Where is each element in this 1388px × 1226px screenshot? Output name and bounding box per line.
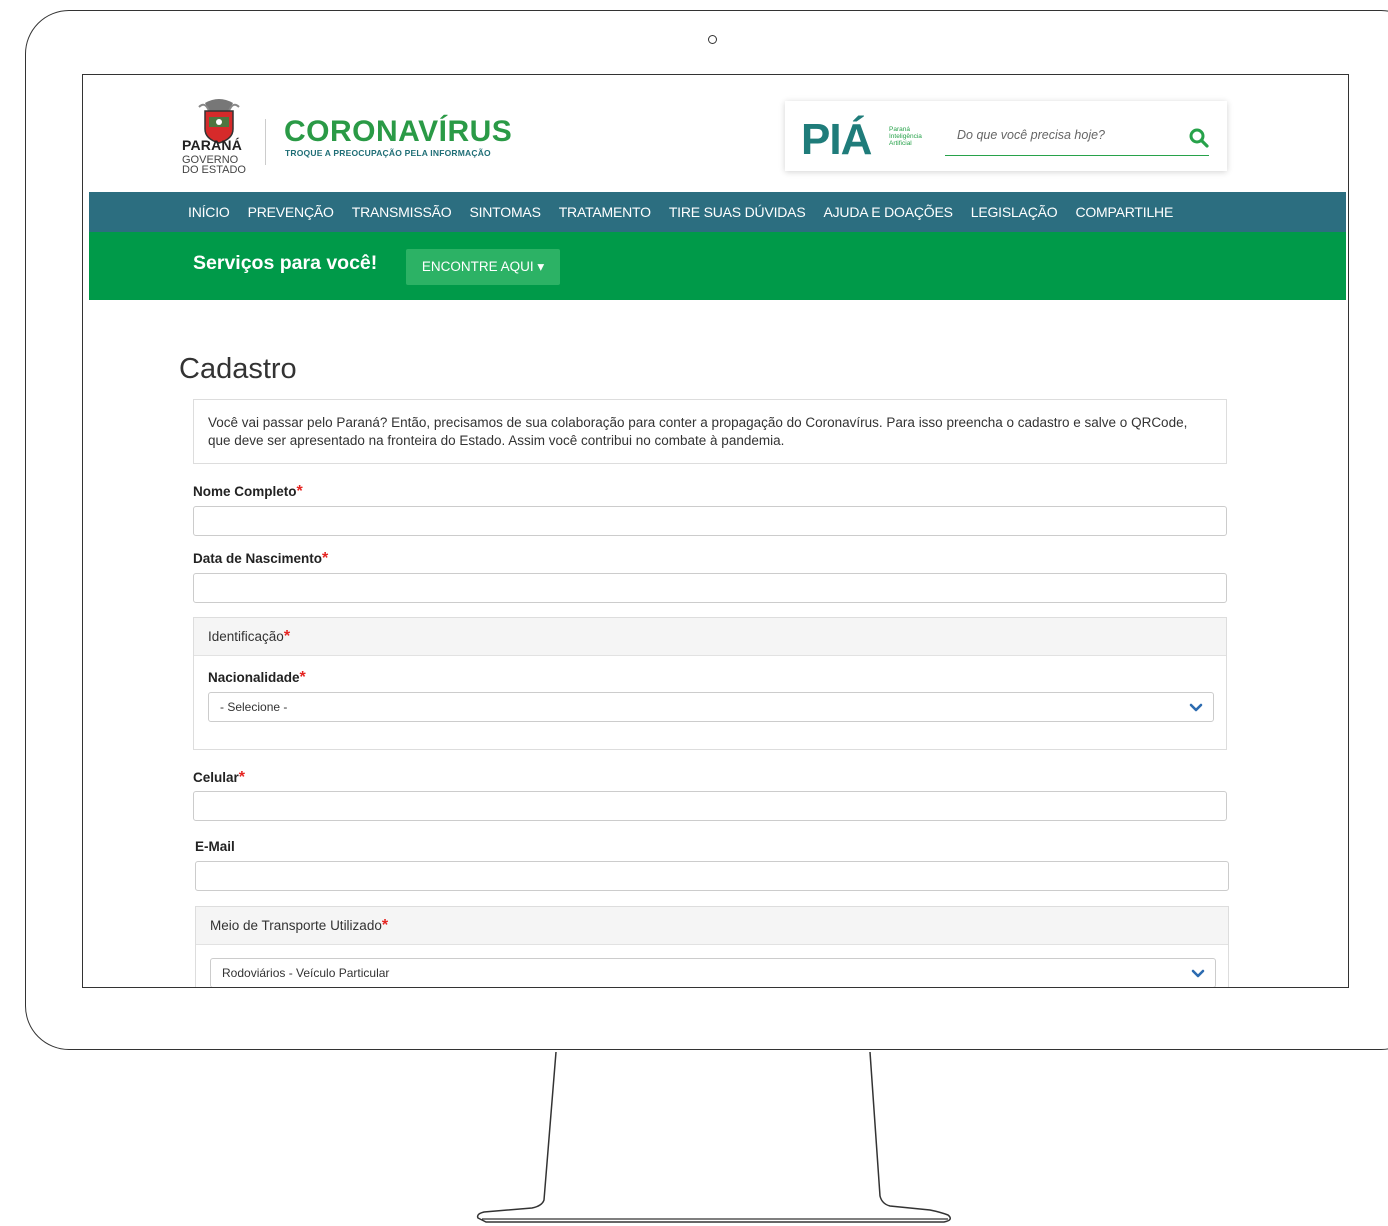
- birth-label-text: Data de Nascimento: [193, 551, 323, 566]
- pia-tag-line-2: Inteligência: [889, 133, 922, 140]
- nav-item-compartilhe[interactable]: COMPARTILHE: [1075, 204, 1173, 220]
- monitor-screen: PARANÁ GOVERNO DO ESTADO CORONAVÍRUS TRO…: [82, 74, 1349, 988]
- nav-item-prevencao[interactable]: PREVENÇÃO: [248, 204, 334, 220]
- nav-item-legislacao[interactable]: LEGISLAÇÃO: [971, 204, 1058, 220]
- campaign-title[interactable]: CORONAVÍRUS: [284, 115, 512, 149]
- nav-item-inicio[interactable]: INÍCIO: [188, 204, 230, 220]
- pia-tag-line-3: Artificial: [889, 140, 912, 147]
- services-title: Serviços para você!: [193, 252, 378, 274]
- phone-label-text: Celular: [193, 770, 239, 785]
- name-label: Nome Completo*: [193, 483, 303, 501]
- nav-item-sintomas[interactable]: SINTOMAS: [469, 204, 540, 220]
- transport-select[interactable]: Rodoviários - Veículo Particular: [210, 958, 1216, 987]
- birth-label: Data de Nascimento*: [193, 550, 328, 568]
- pia-search-widget: PIÁ Paraná Inteligência Artificial: [785, 101, 1227, 171]
- identification-header: Identificação*: [194, 618, 1226, 656]
- pia-logo: PIÁ: [801, 115, 872, 164]
- page-title: Cadastro: [179, 353, 297, 385]
- search-icon[interactable]: [1189, 128, 1209, 148]
- transport-header: Meio de Transporte Utilizado*: [196, 907, 1228, 945]
- phone-input[interactable]: [193, 791, 1227, 821]
- identification-fieldset: Identificação* Nacionalidade* - Selecion…: [193, 617, 1227, 750]
- campaign-subtitle: TROQUE A PREOCUPAÇÃO PELA INFORMAÇÃO: [285, 148, 491, 158]
- pia-tagline: Paraná Inteligência Artificial: [889, 126, 922, 147]
- name-label-text: Nome Completo: [193, 484, 297, 499]
- state-name: PARANÁ: [182, 137, 243, 153]
- main-nav: INÍCIO PREVENÇÃO TRANSMISSÃO SINTOMAS TR…: [89, 192, 1346, 232]
- camera-icon: [708, 35, 717, 44]
- find-here-button[interactable]: ENCONTRE AQUI ▾: [406, 249, 560, 285]
- nationality-label-text: Nacionalidade: [208, 670, 300, 685]
- nationality-label: Nacionalidade*: [208, 669, 306, 687]
- transport-select-value: Rodoviários - Veículo Particular: [222, 966, 390, 980]
- pia-tag-line-1: Paraná: [889, 126, 910, 133]
- required-mark: *: [283, 628, 291, 645]
- identification-title: Identificação*: [208, 628, 290, 646]
- nav-item-transmissao[interactable]: TRANSMISSÃO: [352, 204, 452, 220]
- nationality-select-value: - Selecione -: [220, 700, 288, 714]
- nav-list: INÍCIO PREVENÇÃO TRANSMISSÃO SINTOMAS TR…: [188, 192, 1191, 232]
- required-mark: *: [238, 769, 246, 786]
- header-divider: [265, 119, 266, 165]
- email-label: E-Mail: [195, 839, 235, 854]
- monitor-stand: [476, 1051, 951, 1223]
- notice-box: Você vai passar pelo Paraná? Então, prec…: [193, 399, 1227, 464]
- nationality-select[interactable]: - Selecione -: [208, 692, 1214, 722]
- nav-item-ajuda[interactable]: AJUDA E DOAÇÕES: [823, 204, 952, 220]
- chevron-down-icon: [1189, 703, 1203, 712]
- required-mark: *: [299, 669, 306, 686]
- transport-fieldset: Meio de Transporte Utilizado* Rodoviário…: [195, 906, 1229, 987]
- pia-search-bar: [945, 119, 1209, 156]
- transport-title-text: Meio de Transporte Utilizado: [210, 918, 382, 933]
- birth-date-input[interactable]: [193, 573, 1227, 603]
- search-input[interactable]: [955, 127, 1179, 143]
- required-mark: *: [381, 917, 389, 934]
- web-page: PARANÁ GOVERNO DO ESTADO CORONAVÍRUS TRO…: [89, 81, 1346, 987]
- state-subtitle-2: DO ESTADO: [182, 164, 246, 176]
- chevron-down-icon: [1191, 969, 1205, 978]
- required-mark: *: [296, 483, 303, 500]
- identification-title-text: Identificação: [208, 629, 284, 644]
- phone-label: Celular*: [193, 769, 245, 787]
- email-input[interactable]: [195, 861, 1229, 891]
- nav-item-duvidas[interactable]: TIRE SUAS DÚVIDAS: [669, 204, 806, 220]
- name-input[interactable]: [193, 506, 1227, 536]
- required-mark: *: [322, 550, 329, 567]
- transport-title: Meio de Transporte Utilizado*: [210, 917, 388, 935]
- nav-item-tratamento[interactable]: TRATAMENTO: [559, 204, 651, 220]
- site-header: PARANÁ GOVERNO DO ESTADO CORONAVÍRUS TRO…: [89, 81, 1346, 191]
- services-bar: Serviços para você! ENCONTRE AQUI ▾: [89, 232, 1346, 300]
